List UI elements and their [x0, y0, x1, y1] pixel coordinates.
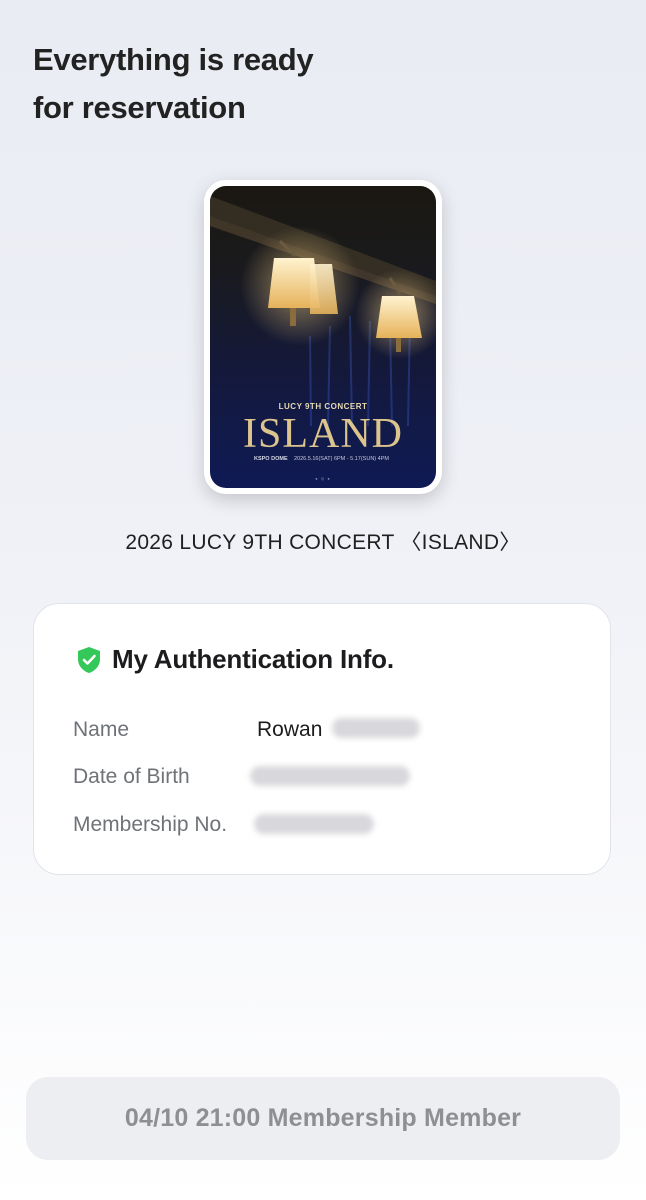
authentication-info-card: My Authentication Info. Name Rowan Date …: [33, 603, 611, 875]
page-heading: Everything is ready for reservation: [33, 36, 314, 132]
event-title: 2026 LUCY 9TH CONCERT 〈ISLAND〉: [125, 531, 521, 554]
poster-image: LUCY 9TH CONCERT ISLAND KSPO DOME 2026.5…: [210, 186, 436, 488]
dob-redaction: [250, 766, 410, 786]
shield-check-icon: [78, 646, 100, 673]
poster-title: ISLAND: [243, 411, 403, 457]
name-redaction: [332, 718, 420, 738]
poster-venue: KSPO DOME: [254, 456, 288, 462]
name-label: Name: [73, 718, 130, 741]
poster-sponsor-logos: ● ◎ ●: [315, 476, 331, 481]
poster-dates: 2026.5.16(SAT) 6PM - 5.17(SUN) 4PM: [294, 456, 389, 462]
name-value: Rowan: [257, 718, 323, 741]
heading-line-2: for reservation: [33, 90, 246, 125]
reservation-time-button[interactable]: 04/10 21:00 Membership Member: [26, 1077, 620, 1160]
card-title: My Authentication Info.: [112, 644, 394, 674]
concert-poster: LUCY 9TH CONCERT ISLAND KSPO DOME 2026.5…: [204, 180, 442, 494]
heading-line-1: Everything is ready: [33, 42, 314, 77]
membership-redaction: [254, 814, 374, 834]
card-header: My Authentication Info.: [76, 644, 394, 675]
dob-label: Date of Birth: [73, 765, 190, 788]
membership-label: Membership No.: [73, 813, 228, 836]
